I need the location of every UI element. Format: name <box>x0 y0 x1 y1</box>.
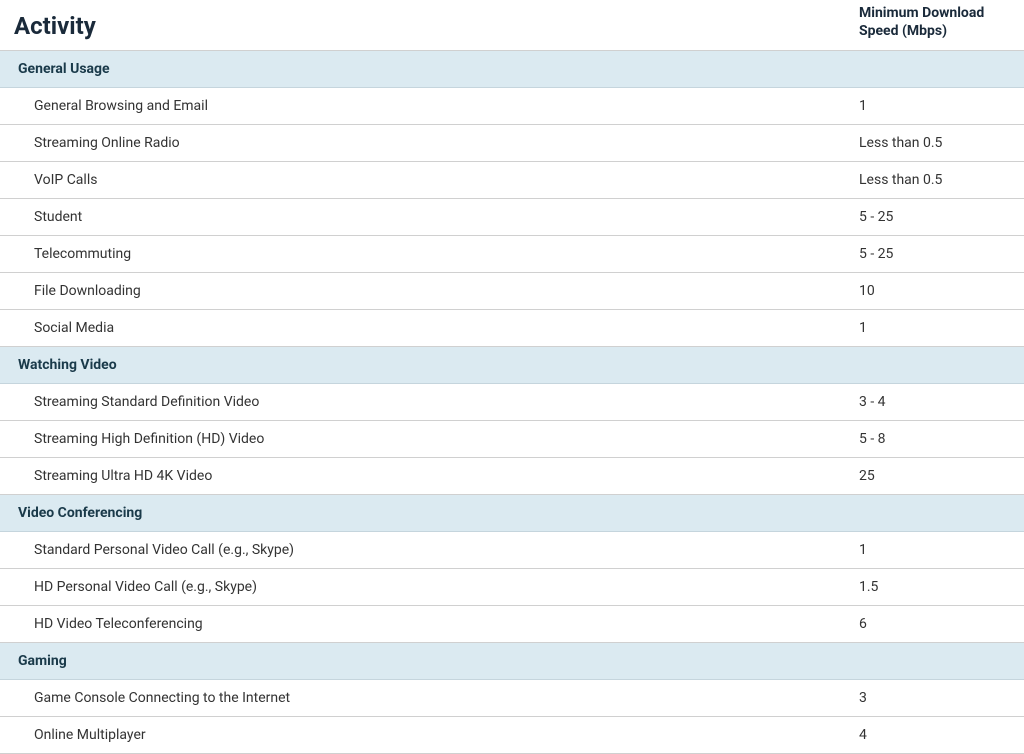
activity-cell: VoIP Calls <box>0 172 859 188</box>
category-label: Video Conferencing <box>18 505 1006 521</box>
activity-cell: Social Media <box>0 320 859 336</box>
table-row: Streaming Online Radio Less than 0.5 <box>0 125 1024 162</box>
speed-cell: 1 <box>859 98 1024 114</box>
speed-cell: Less than 0.5 <box>859 135 1024 151</box>
category-label: General Usage <box>18 61 1006 77</box>
speed-cell: 4 <box>859 727 1024 743</box>
activity-cell: Streaming Ultra HD 4K Video <box>0 468 859 484</box>
speed-cell: Less than 0.5 <box>859 172 1024 188</box>
table-row: Online Multiplayer 4 <box>0 717 1024 754</box>
table-row: HD Personal Video Call (e.g., Skype) 1.5 <box>0 569 1024 606</box>
header-activity: Activity <box>0 12 859 40</box>
activity-cell: Standard Personal Video Call (e.g., Skyp… <box>0 542 859 558</box>
speed-cell: 5 - 25 <box>859 246 1024 262</box>
table-header-row: Activity Minimum Download Speed (Mbps) <box>0 0 1024 51</box>
table-row: Streaming Standard Definition Video 3 - … <box>0 384 1024 421</box>
speed-cell: 10 <box>859 283 1024 299</box>
table-row: Game Console Connecting to the Internet … <box>0 680 1024 717</box>
activity-cell: General Browsing and Email <box>0 98 859 114</box>
activity-cell: Streaming Standard Definition Video <box>0 394 859 410</box>
table-row: VoIP Calls Less than 0.5 <box>0 162 1024 199</box>
activity-cell: File Downloading <box>0 283 859 299</box>
table-row: Student 5 - 25 <box>0 199 1024 236</box>
table-row: Standard Personal Video Call (e.g., Skyp… <box>0 532 1024 569</box>
speed-cell: 3 - 4 <box>859 394 1024 410</box>
activity-cell: Streaming High Definition (HD) Video <box>0 431 859 447</box>
table-row: Social Media 1 <box>0 310 1024 347</box>
table-row: Streaming Ultra HD 4K Video 25 <box>0 458 1024 495</box>
speed-cell: 5 - 8 <box>859 431 1024 447</box>
speed-cell: 1 <box>859 320 1024 336</box>
header-speed: Minimum Download Speed (Mbps) <box>859 4 1024 40</box>
table-row: File Downloading 10 <box>0 273 1024 310</box>
speed-cell: 6 <box>859 616 1024 632</box>
speed-table: Activity Minimum Download Speed (Mbps) G… <box>0 0 1024 754</box>
speed-cell: 25 <box>859 468 1024 484</box>
category-row: Watching Video <box>0 347 1024 384</box>
category-row: Gaming <box>0 643 1024 680</box>
activity-cell: Telecommuting <box>0 246 859 262</box>
activity-cell: Streaming Online Radio <box>0 135 859 151</box>
category-label: Gaming <box>18 653 1006 669</box>
activity-cell: HD Personal Video Call (e.g., Skype) <box>0 579 859 595</box>
activity-cell: Student <box>0 209 859 225</box>
table-row: HD Video Teleconferencing 6 <box>0 606 1024 643</box>
category-row: Video Conferencing <box>0 495 1024 532</box>
activity-cell: HD Video Teleconferencing <box>0 616 859 632</box>
table-row: Streaming High Definition (HD) Video 5 -… <box>0 421 1024 458</box>
speed-cell: 5 - 25 <box>859 209 1024 225</box>
activity-cell: Online Multiplayer <box>0 727 859 743</box>
speed-cell: 1 <box>859 542 1024 558</box>
category-label: Watching Video <box>18 357 1006 373</box>
category-row: General Usage <box>0 51 1024 88</box>
speed-cell: 1.5 <box>859 579 1024 595</box>
table-row: General Browsing and Email 1 <box>0 88 1024 125</box>
table-row: Telecommuting 5 - 25 <box>0 236 1024 273</box>
